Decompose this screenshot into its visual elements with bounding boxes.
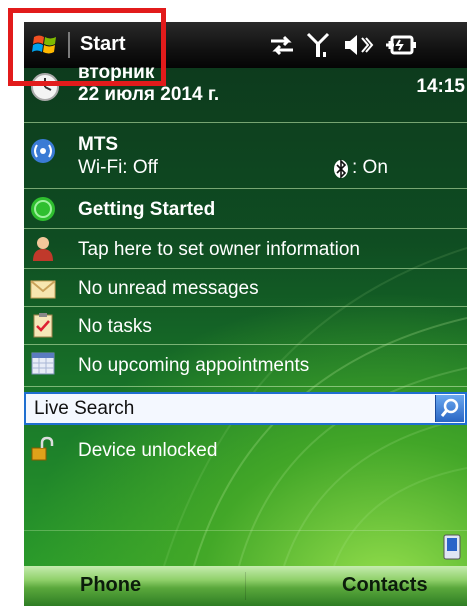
getting-started-icon: [31, 197, 55, 221]
speaker-muted-icon[interactable]: [342, 32, 374, 58]
signal-strength-icon[interactable]: [306, 32, 330, 58]
divider: [24, 344, 467, 345]
unlocked-padlock-icon: [31, 436, 54, 461]
envelope-icon: [30, 280, 56, 299]
tasks-label: No tasks: [78, 316, 152, 337]
time-label: 14:15: [416, 76, 465, 97]
appointments-label: No upcoming appointments: [78, 355, 310, 376]
messages-label: No unread messages: [78, 278, 259, 299]
softkey-divider: [245, 572, 246, 600]
divider: [24, 386, 467, 387]
softkey-bar: Phone Contacts: [24, 566, 467, 606]
bluetooth-status: : On: [352, 157, 388, 178]
search-icon: [440, 398, 459, 417]
live-search-label: Live Search: [34, 398, 135, 419]
calendar-icon: [31, 352, 55, 375]
divider: [24, 122, 467, 123]
divider: [24, 530, 467, 531]
connectivity-row[interactable]: MTS Wi-Fi: Off : On: [24, 124, 467, 186]
person-icon: [33, 237, 53, 261]
messages-row[interactable]: No unread messages: [24, 270, 467, 306]
divider: [24, 268, 467, 269]
contacts-softkey[interactable]: Contacts: [342, 574, 428, 597]
appointments-row[interactable]: No upcoming appointments: [24, 346, 467, 384]
getting-started-row[interactable]: Getting Started: [24, 190, 467, 228]
divider: [24, 188, 467, 189]
connectivity-arrows-icon[interactable]: [268, 32, 296, 58]
lock-row[interactable]: Device unlocked: [24, 432, 467, 472]
device-status-icon[interactable]: [442, 534, 462, 560]
device-screen: Start вторник 22 июля 2014 г. 14:15 MTS …: [24, 22, 467, 606]
clipboard-icon: [33, 313, 53, 338]
owner-row[interactable]: Tap here to set owner information: [24, 230, 467, 268]
wifi-status: Wi-Fi: Off: [78, 157, 158, 178]
operator-label: MTS: [78, 134, 119, 155]
wireless-icon: [31, 139, 55, 163]
battery-charging-icon[interactable]: [384, 32, 418, 58]
lock-status-label: Device unlocked: [78, 440, 218, 461]
divider: [24, 228, 467, 229]
highlight-box: [8, 8, 166, 86]
date-label: 22 июля 2014 г.: [78, 84, 220, 105]
live-search-box[interactable]: Live Search: [24, 392, 467, 425]
tasks-row[interactable]: No tasks: [24, 308, 467, 344]
today-screen: вторник 22 июля 2014 г. 14:15 MTS Wi-Fi:…: [24, 62, 467, 566]
search-button[interactable]: [435, 395, 464, 422]
phone-softkey[interactable]: Phone: [80, 574, 141, 597]
divider: [24, 306, 467, 307]
getting-started-label: Getting Started: [78, 199, 216, 220]
owner-label: Tap here to set owner information: [78, 239, 360, 260]
bluetooth-icon: [334, 159, 348, 179]
